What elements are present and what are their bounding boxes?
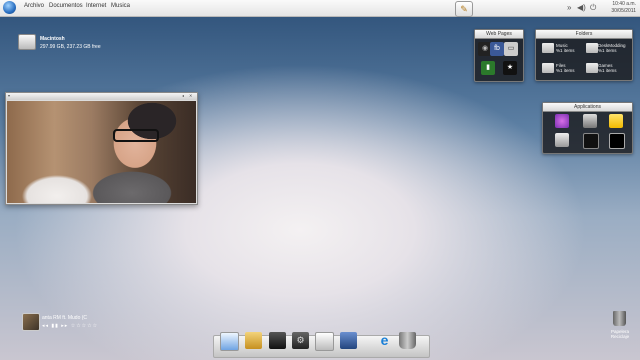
mp3-player-icon[interactable]: ▭	[504, 42, 518, 56]
clock-time: 10:40 a.m.	[612, 1, 636, 7]
deskmodding-folder-icon[interactable]	[586, 43, 598, 53]
folder-files-count: %1 items	[556, 68, 575, 73]
tray-volume-icon[interactable]: ◀)	[577, 3, 586, 12]
folders-widget: Folders Music %1 items DeskModding %1 it…	[535, 29, 633, 81]
folder-item-deskmodding[interactable]: DeskModding %1 items	[598, 43, 626, 53]
drive-name: Macintosh	[40, 36, 65, 42]
favorites-star-icon[interactable]: ★	[503, 61, 517, 75]
window-close-icon[interactable]: ✕	[189, 94, 194, 98]
photo-glasses-detail	[113, 129, 159, 142]
folder-games-count: %1 items	[598, 68, 617, 73]
monitor-icon[interactable]	[555, 133, 569, 147]
photo-image	[7, 101, 196, 203]
music-folder-icon[interactable]	[542, 43, 554, 53]
folder-item-games[interactable]: Games %1 items	[598, 63, 617, 73]
window-expand-icon[interactable]: ◂	[182, 94, 187, 98]
folders-title: Folders	[536, 30, 632, 39]
dock: ⚙ e	[213, 332, 430, 358]
window-menu-icon[interactable]: ▾	[8, 94, 13, 98]
web-pages-title: Web Pages	[475, 30, 523, 39]
trash-label: Papelera Reciclaje	[604, 329, 636, 339]
documents-icon[interactable]	[245, 332, 262, 349]
album-art[interactable]	[22, 313, 40, 331]
menu-internet[interactable]: Internet	[86, 3, 106, 9]
network-folder-icon[interactable]	[340, 332, 357, 349]
track-title: anta RM ft. Mudo (C	[42, 315, 88, 321]
tray-power-icon[interactable]: ⏻	[590, 3, 596, 13]
center-app-icon[interactable]: ✎	[455, 1, 473, 17]
folder-item-music[interactable]: Music %1 items	[556, 43, 575, 53]
menu-documentos[interactable]: Documentos	[49, 3, 83, 9]
folder-item-files[interactable]: Files %1 items	[556, 63, 575, 73]
macintosh-drive-icon[interactable]	[18, 34, 36, 50]
applications-title: Applications	[543, 103, 632, 112]
facebook-icon[interactable]: fb	[490, 42, 504, 56]
menu-musica[interactable]: Musica	[111, 3, 130, 9]
music-folder-icon[interactable]	[269, 332, 286, 349]
folder-deskmodding-count: %1 items	[598, 48, 617, 53]
start-orb-icon[interactable]	[3, 1, 16, 14]
games-folder-icon[interactable]	[586, 63, 598, 73]
photo-window-titlebar[interactable]: ▾ ◂ ✕	[6, 93, 197, 100]
web-pages-widget: Web Pages ◉ fb ▭ ▮ ★	[474, 29, 524, 82]
evernote-icon[interactable]: ▮	[481, 61, 495, 75]
clock-date: 30/05/2011	[611, 8, 636, 14]
trash-label-line-2: Reciclaje	[610, 334, 630, 339]
console-icon[interactable]	[609, 133, 625, 149]
recycle-bin-icon[interactable]	[399, 332, 416, 349]
files-folder-icon[interactable]	[542, 63, 554, 73]
camera-icon[interactable]	[583, 114, 597, 128]
settings-icon[interactable]: ⚙	[292, 332, 309, 349]
computer-icon[interactable]	[220, 332, 239, 351]
menu-archivo[interactable]: Archivo	[24, 3, 44, 9]
top-menubar: Archivo Documentos Internet Musica ✎ » ◀…	[0, 0, 640, 17]
clock[interactable]: 10:40 a.m. 30/05/2011	[611, 1, 636, 15]
notes-icon[interactable]	[609, 114, 623, 128]
folder-music-count: %1 items	[556, 48, 575, 53]
applications-widget: Applications	[542, 102, 633, 154]
photo-viewer-window[interactable]: ▾ ◂ ✕	[5, 92, 198, 205]
desktop-trash-icon[interactable]	[613, 311, 626, 326]
internet-explorer-icon[interactable]: e	[376, 332, 393, 349]
drive-info: 297.99 GB, 237.23 GB free	[40, 44, 101, 50]
itunes-icon[interactable]	[555, 114, 569, 128]
playback-controls[interactable]: ◂◂ ▮▮ ▸▸ ☆☆☆☆☆	[42, 323, 98, 329]
tray-expand-icon[interactable]: »	[567, 3, 571, 12]
terminal-icon[interactable]	[583, 133, 599, 149]
printer-icon[interactable]	[315, 332, 334, 351]
